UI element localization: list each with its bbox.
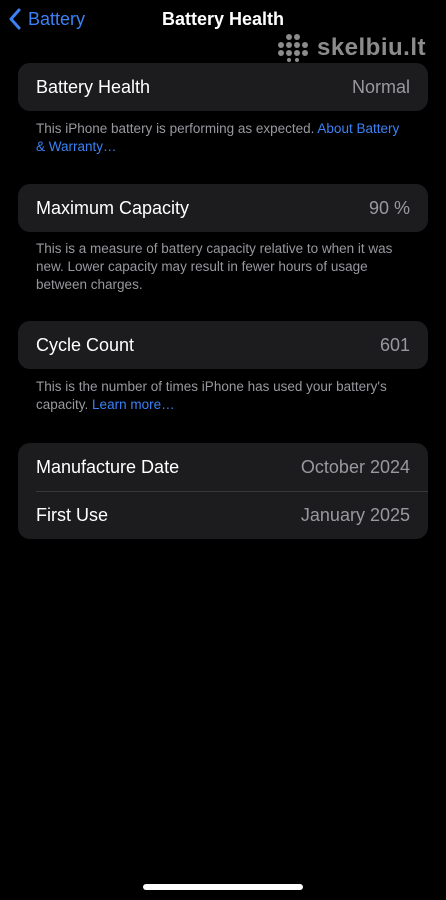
maximum-capacity-card: Maximum Capacity 90 % (18, 184, 428, 232)
watermark-text: skelbiu.lt (316, 34, 426, 61)
maximum-capacity-row: Maximum Capacity 90 % (18, 184, 428, 232)
battery-health-label: Battery Health (36, 76, 151, 97)
cycle-count-note: This is the number of times iPhone has u… (36, 378, 406, 414)
manufacture-date-row: Manufacture Date October 2024 (18, 443, 428, 491)
cycle-count-label: Cycle Count (36, 334, 135, 355)
maximum-capacity-value: 90 % (368, 197, 410, 218)
battery-health-note-text: This iPhone battery is performing as exp… (36, 121, 315, 136)
maximum-capacity-note: This is a measure of battery capacity re… (36, 241, 393, 292)
battery-health-note: This iPhone battery is performing as exp… (36, 120, 406, 156)
manufacture-date-label: Manufacture Date (36, 456, 180, 477)
battery-health-card: Battery Health Normal (18, 63, 428, 111)
page-title: Battery Health (161, 9, 285, 29)
manufacture-date-value: October 2024 (300, 456, 410, 477)
first-use-value: January 2025 (300, 504, 410, 525)
cycle-count-value: 601 (379, 334, 410, 355)
first-use-row: First Use January 2025 (18, 491, 428, 539)
dates-card: Manufacture Date October 2024 First Use … (18, 443, 428, 539)
maximum-capacity-label: Maximum Capacity (36, 197, 190, 218)
learn-more-link[interactable]: Learn more… (92, 397, 175, 412)
watermark-dots-icon (277, 34, 308, 62)
first-use-label: First Use (36, 504, 108, 525)
cycle-count-note-text: This is the number of times iPhone has u… (36, 379, 387, 412)
watermark: skelbiu.lt (275, 34, 426, 62)
cycle-count-card: Cycle Count 601 (18, 321, 428, 369)
cycle-count-row: Cycle Count 601 (18, 321, 428, 369)
battery-health-row: Battery Health Normal (18, 63, 428, 111)
home-indicator[interactable] (143, 884, 303, 890)
battery-health-value: Normal (351, 76, 410, 97)
